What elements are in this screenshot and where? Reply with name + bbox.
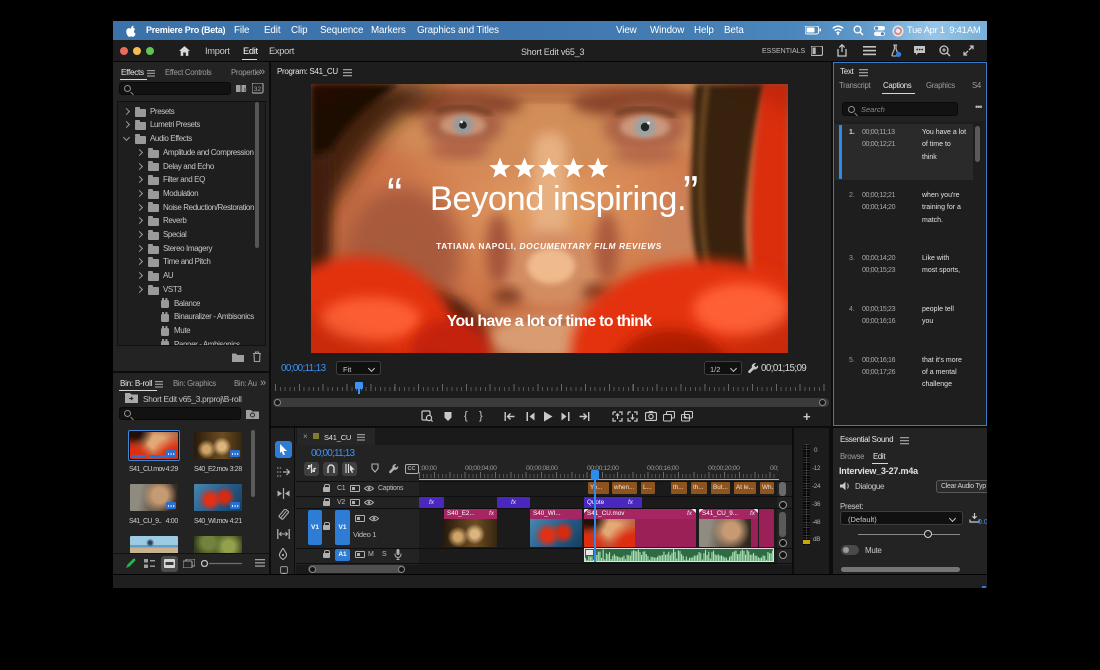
svg-text:32: 32	[254, 86, 262, 93]
